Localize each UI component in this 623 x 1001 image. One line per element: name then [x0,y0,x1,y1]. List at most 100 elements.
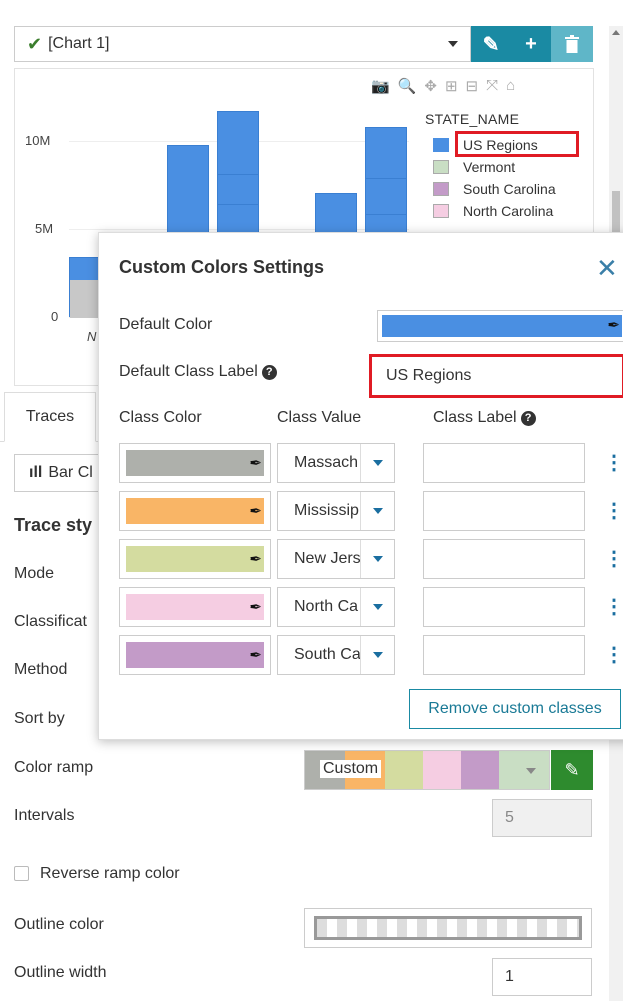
zoom-icon[interactable]: 🔍 [398,77,417,95]
tab-traces[interactable]: Traces [4,392,96,442]
chevron-down-icon[interactable] [360,540,394,578]
col-class-value: Class Value [277,409,362,426]
close-icon[interactable]: ✕ [596,255,618,281]
eyedropper-icon[interactable]: ✒ [607,316,620,334]
legend-label: Vermont [463,159,516,175]
legend-swatch [433,182,449,196]
intervals-input[interactable]: 5 [492,799,592,837]
class-label-input[interactable] [423,539,585,579]
more-vertical-icon[interactable]: ⋮ [604,549,623,569]
eyedropper-icon[interactable]: ✒ [249,502,262,520]
color-ramp-label: Color ramp [14,759,94,776]
class-value-text: Mississip [294,502,359,519]
col-class-label: Class Label? [433,409,536,427]
add-chart-button[interactable]: + [511,26,551,62]
delete-chart-button[interactable] [551,26,593,62]
outline-color-picker[interactable] [304,908,592,948]
class-value-select[interactable]: South Ca [277,635,395,675]
default-class-label-label: Default Class Label? [119,363,277,381]
class-color-picker[interactable]: ✒ [119,635,271,675]
trace-type-select[interactable]: ıll Bar Cl [14,454,110,492]
intervals-label: Intervals [14,807,75,824]
intervals-value: 5 [505,809,514,826]
zoom-out-icon[interactable]: ⊟ [466,77,479,95]
chevron-down-icon[interactable] [360,492,394,530]
y-tick-label: 0 [51,309,59,324]
default-color-label: Default Color [119,316,213,333]
class-color-picker[interactable]: ✒ [119,587,271,627]
class-value-select[interactable]: Massach [277,443,395,483]
pencil-icon: ✎ [564,759,580,780]
mode-label: Mode [14,565,55,582]
class-value-text: New Jers [294,550,360,567]
class-color-picker[interactable]: ✒ [119,443,271,483]
class-color-picker[interactable]: ✒ [119,539,271,579]
class-label-input[interactable] [423,635,585,675]
chevron-down-icon[interactable] [360,636,394,674]
chart-selector[interactable]: ✔ [Chart 1] [14,26,471,62]
tab-label: Traces [25,408,75,425]
reverse-ramp-label: Reverse ramp color [40,865,180,882]
more-vertical-icon[interactable]: ⋮ [604,597,623,617]
chart-modebar: 📷 🔍 ✥ ⊞ ⊟ ⤧ ⌂ [371,77,515,95]
legend-swatch [433,204,449,218]
chevron-down-icon[interactable] [360,588,394,626]
edit-chart-button[interactable]: ✎ [471,26,511,62]
sort-by-label: Sort by [14,710,65,727]
pan-icon[interactable]: ✥ [424,77,437,95]
chart-name: [Chart 1] [48,35,110,52]
more-vertical-icon[interactable]: ⋮ [604,453,623,473]
outline-width-value: 1 [505,968,514,985]
class-value-select[interactable]: New Jers [277,539,395,579]
remove-custom-classes-button[interactable]: Remove custom classes [409,689,621,729]
class-label-input[interactable] [423,443,585,483]
edit-color-ramp-button[interactable]: ✎ [551,750,593,790]
zoom-in-icon[interactable]: ⊞ [445,77,458,95]
eyedropper-icon[interactable]: ✒ [249,550,262,568]
legend-swatch [433,160,449,174]
plus-icon: + [525,32,537,55]
class-value-text: South Ca [294,646,360,663]
outline-color-swatch [314,916,582,940]
legend-swatch [433,138,449,152]
class-label-input[interactable] [423,587,585,627]
chevron-down-icon[interactable] [360,444,394,482]
legend-title: STATE_NAME [425,111,520,127]
home-icon[interactable]: ⌂ [506,77,515,95]
class-label-input[interactable] [423,491,585,531]
method-label: Method [14,661,68,678]
camera-icon[interactable]: 📷 [371,77,390,95]
outline-width-label: Outline width [14,964,107,981]
more-vertical-icon[interactable]: ⋮ [604,501,623,521]
reverse-ramp-checkbox[interactable] [14,866,29,881]
chevron-down-icon [526,768,536,774]
default-color-swatch [382,315,622,337]
more-vertical-icon[interactable]: ⋮ [604,645,623,665]
autoscale-icon[interactable]: ⤧ [486,77,498,95]
default-class-label-input[interactable]: US Regions [369,354,623,398]
class-value-select[interactable]: Mississip [277,491,395,531]
col-class-color: Class Color [119,409,202,426]
legend-item[interactable]: North Carolina [433,200,556,222]
legend-item[interactable]: Vermont [433,156,556,178]
col-class-label-text: Class Label [433,409,517,426]
eyedropper-icon[interactable]: ✒ [249,646,262,664]
class-color-swatch [126,450,264,476]
scroll-up-arrow-icon[interactable] [612,30,620,35]
help-icon[interactable]: ? [261,365,277,380]
eyedropper-icon[interactable]: ✒ [249,454,262,472]
legend-item[interactable]: South Carolina [433,178,556,200]
classification-label: Classificat [14,613,87,630]
class-color-picker[interactable]: ✒ [119,491,271,531]
class-color-swatch [126,498,264,524]
help-icon[interactable]: ? [520,411,536,426]
bar-chart-icon: ıll [29,464,43,481]
legend-label: South Carolina [463,181,556,197]
eyedropper-icon[interactable]: ✒ [249,598,262,616]
remove-button-label: Remove custom classes [428,700,602,717]
outline-color-label: Outline color [14,916,104,933]
default-color-picker[interactable]: ✒ [377,310,623,342]
trash-icon [565,35,579,53]
class-value-select[interactable]: North Ca [277,587,395,627]
outline-width-input[interactable]: 1 [492,958,592,996]
